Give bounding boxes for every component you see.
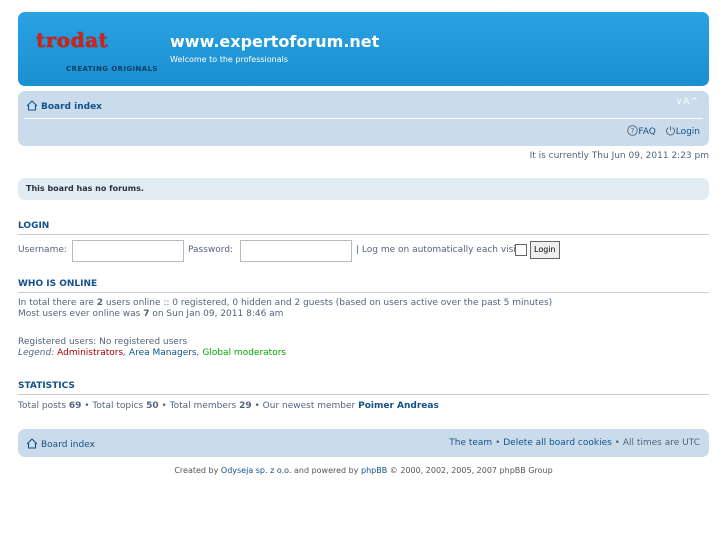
registered-users-text: Registered users: No registered users	[18, 337, 188, 347]
home-icon	[26, 100, 38, 111]
bottom-board-index-link[interactable]: Board index	[41, 440, 95, 450]
site-header: trodat CREATING ORIGINALS www.expertofor…	[18, 12, 709, 86]
team-link[interactable]: The team	[449, 438, 492, 448]
navbar-links: ? FAQ Login	[621, 125, 700, 137]
posts-label: Total posts	[18, 401, 69, 411]
login-heading-link[interactable]: LOGIN	[18, 221, 49, 231]
logo-brand: trodat	[36, 28, 109, 52]
delete-cookies-link[interactable]: Delete all board cookies	[503, 438, 612, 448]
who-is-online-link[interactable]: WHO IS ONLINE	[18, 279, 97, 289]
bottom-breadcrumb: Board index	[26, 438, 95, 450]
trodat-logo[interactable]: trodat CREATING ORIGINALS	[28, 22, 158, 73]
topics-count: 50	[146, 401, 159, 411]
footer-powered-by: and powered by	[291, 466, 362, 475]
timezone-note: • All times are UTC	[611, 438, 700, 448]
odyseja-link[interactable]: Odyseja sp. z o.o.	[221, 466, 292, 475]
home-icon	[26, 438, 38, 449]
svg-text:?: ?	[631, 127, 635, 135]
members-count: 29	[239, 401, 252, 411]
faq-item[interactable]: ? FAQ	[627, 125, 658, 137]
newest-label: • Our newest member	[251, 401, 359, 411]
no-forums-message: This board has no forums.	[26, 184, 144, 193]
online-text: In total there are	[18, 298, 97, 308]
login-button[interactable]: Login	[530, 241, 560, 259]
record-text: Most users ever online was	[18, 309, 144, 319]
logo-tagline: CREATING ORIGINALS	[66, 65, 158, 73]
top-navbar: Board index ∨A^ ? FAQ Login	[18, 91, 709, 146]
legend-administrators[interactable]: Administrators	[57, 348, 123, 358]
footer-copyright: © 2000, 2002, 2005, 2007 phpBB Group	[387, 466, 553, 475]
bottom-navbar: Board index The team • Delete all board …	[18, 429, 709, 457]
posts-count: 69	[68, 401, 82, 411]
font-size-control[interactable]: ∨A^	[676, 97, 699, 107]
legend-label: Legend:	[18, 348, 58, 358]
footer-created-by: Created by	[174, 466, 221, 475]
record-date: on Sun Jan 09, 2011 8:46 am	[149, 309, 284, 319]
login-link[interactable]: Login	[676, 127, 700, 137]
site-description: Welcome to the professionals	[170, 55, 289, 64]
newest-member-link[interactable]: Poimer Andreas	[358, 401, 439, 411]
autologin-checkbox[interactable]	[515, 244, 527, 256]
site-title: www.expertoforum.net	[170, 32, 380, 51]
username-label: Username:	[18, 245, 67, 255]
current-time: It is currently Thu Jun 09, 2011 2:23 pm	[529, 151, 709, 161]
autologin-label: | Log me on automatically each visit	[356, 245, 520, 255]
online-text-2: users online :: 0 registered, 0 hidden a…	[103, 298, 553, 308]
breadcrumb: Board index	[26, 100, 102, 112]
login-heading: LOGIN	[18, 221, 709, 235]
board-index-link[interactable]: Board index	[41, 102, 102, 112]
statistics-line: Total posts 69 • Total topics 50 • Total…	[18, 401, 439, 412]
bullet-separator: •	[492, 438, 504, 448]
password-input[interactable]	[240, 240, 352, 262]
statistics-heading: STATISTICS	[18, 381, 709, 395]
navbar-divider	[24, 118, 703, 119]
registered-users: Registered users: No registered users	[18, 337, 187, 348]
bottom-links: The team • Delete all board cookies • Al…	[449, 438, 700, 448]
who-is-online-heading: WHO IS ONLINE	[18, 279, 709, 293]
password-label: Password:	[188, 245, 234, 255]
faq-link[interactable]: FAQ	[638, 127, 655, 137]
legend: Legend: Administrators, Area Managers, G…	[18, 348, 287, 358]
login-form: Username: Password: | Log me on automati…	[18, 240, 709, 262]
no-forums-panel: This board has no forums.	[18, 178, 709, 200]
phpbb-link[interactable]: phpBB	[361, 466, 387, 475]
statistics-title: STATISTICS	[18, 381, 75, 391]
legend-global-moderators[interactable]: Global moderators	[202, 348, 286, 358]
footer: Created by Odyseja sp. z o.o. and powere…	[0, 466, 727, 475]
members-label: • Total members	[158, 401, 240, 411]
online-summary: In total there are 2 users online :: 0 r…	[18, 298, 552, 320]
power-icon	[665, 126, 675, 136]
username-input[interactable]	[72, 240, 184, 262]
faq-icon: ?	[627, 125, 639, 136]
legend-area-managers[interactable]: Area Managers	[129, 348, 197, 358]
topics-label: • Total topics	[81, 401, 147, 411]
login-item[interactable]: Login	[665, 126, 700, 137]
